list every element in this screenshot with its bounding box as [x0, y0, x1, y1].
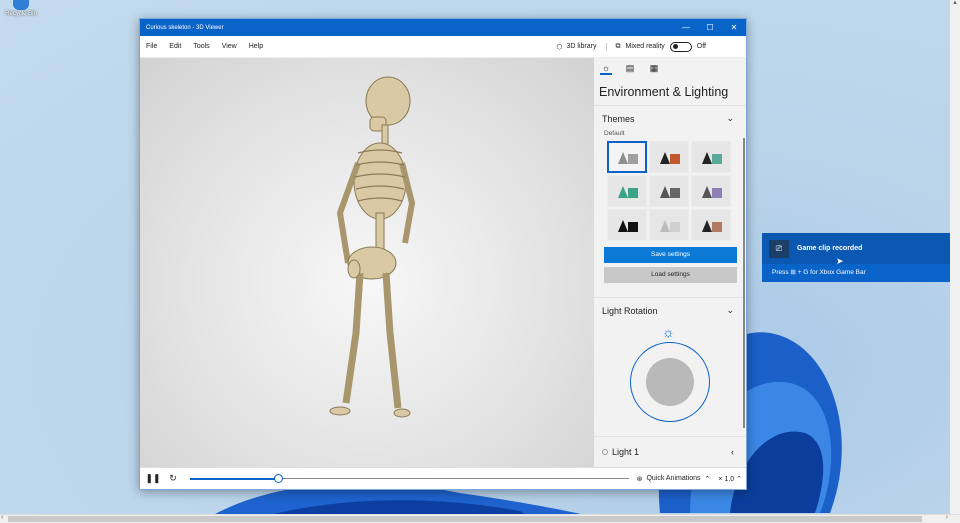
- 3d-library-button[interactable]: ⬡ 3D library: [546, 42, 608, 51]
- themes-heading: Themes: [602, 113, 635, 124]
- stats-tab-icon[interactable]: ▤: [624, 63, 636, 75]
- notification-body: Press ⊞ + G for Xbox Game Bar: [762, 264, 952, 282]
- menu-view[interactable]: View: [216, 43, 243, 50]
- animation-timeline[interactable]: [190, 473, 629, 484]
- chevron-up-icon: ⌃: [736, 475, 742, 483]
- mixed-reality-state: Off: [696, 43, 706, 50]
- minimize-button[interactable]: —: [674, 19, 698, 36]
- notification-title: Game clip recorded: [797, 245, 863, 252]
- theme-grid: [594, 137, 746, 241]
- light-1-label: Light 1: [612, 447, 640, 457]
- theme-tile[interactable]: [649, 209, 689, 241]
- panel-title: Environment & Lighting: [599, 85, 729, 99]
- light-1-row[interactable]: Light 1 ‹: [594, 436, 746, 457]
- quick-animations-button[interactable]: ⊛ Quick Animations ⌃: [637, 475, 719, 483]
- skeleton-model: [329, 76, 416, 418]
- theme-tile[interactable]: [691, 175, 731, 207]
- theme-preview-icon: [700, 184, 722, 198]
- load-settings-button[interactable]: Load settings: [604, 267, 737, 283]
- theme-preview-icon: [700, 218, 722, 232]
- cube-icon: ⬡: [556, 43, 563, 51]
- light-rotation-dial[interactable]: ☼: [594, 324, 746, 422]
- theme-preview-icon: [616, 150, 638, 164]
- panel-scrollbar[interactable]: [743, 138, 745, 428]
- theme-preview-icon: [658, 218, 680, 232]
- grid-tab-icon[interactable]: ▦: [648, 63, 660, 75]
- themes-selected-label: Default: [604, 130, 625, 137]
- viewer-window: Curious skeleton - 3D Viewer — ☐ ✕ File …: [139, 18, 747, 490]
- horizontal-scroll-thumb[interactable]: [8, 516, 922, 522]
- screen-vertical-scrollbar[interactable]: ▲: [950, 0, 960, 514]
- mixed-reality-icon: ⧉: [615, 42, 621, 50]
- playback-bar: ❚❚ ↻ ⊛ Quick Animations ⌃ × 1.0 ⌃: [140, 467, 746, 489]
- scroll-up-icon[interactable]: ▲: [950, 0, 960, 6]
- scroll-right-icon[interactable]: ›: [946, 514, 948, 521]
- timeline-thumb[interactable]: [273, 473, 283, 483]
- title-bar[interactable]: Curious skeleton - 3D Viewer — ☐ ✕: [140, 19, 746, 36]
- animation-icon: ⊛: [636, 475, 643, 483]
- theme-preview-icon: [616, 184, 638, 198]
- rotation-knob[interactable]: [646, 358, 694, 406]
- desktop-icon-label: Recycle Bin: [5, 11, 37, 17]
- game-clip-notification[interactable]: ⎚ Game clip recorded Press ⊞ + G for Xbo…: [762, 233, 952, 282]
- notification-header: ⎚ Game clip recorded: [762, 233, 952, 264]
- timeline-progress: [190, 477, 278, 480]
- theme-tile[interactable]: [691, 209, 731, 241]
- maximize-button[interactable]: ☐: [698, 19, 722, 36]
- close-button[interactable]: ✕: [722, 19, 746, 36]
- light-rotation-section: Light Rotation ⌄ ☼ Light 1 ‹: [594, 297, 746, 457]
- desktop-recycle-bin[interactable]: Recycle Bin: [4, 0, 38, 17]
- 3d-library-label: 3D library: [566, 43, 597, 50]
- chevron-up-icon: ⌃: [704, 475, 711, 483]
- recycle-bin-icon: [13, 0, 29, 10]
- lighting-tab-icon[interactable]: ☼: [600, 63, 612, 75]
- theme-tile[interactable]: [691, 141, 731, 173]
- chevron-down-icon: ⌄: [726, 305, 734, 315]
- menu-edit[interactable]: Edit: [163, 43, 187, 50]
- mixed-reality-control[interactable]: ⧉ Mixed reality Off: [607, 41, 746, 52]
- theme-preview-icon: [616, 218, 638, 232]
- menu-bar: File Edit Tools View Help ⬡ 3D library ⧉…: [140, 36, 746, 58]
- capture-icon: ⎚: [769, 239, 789, 258]
- save-settings-button[interactable]: Save settings: [604, 247, 737, 263]
- mixed-reality-label: Mixed reality: [625, 43, 665, 50]
- mixed-reality-toggle[interactable]: [669, 41, 692, 52]
- light-1-radio[interactable]: [602, 449, 608, 455]
- menu-tools[interactable]: Tools: [187, 43, 215, 50]
- theme-tile[interactable]: [649, 175, 689, 207]
- pause-icon[interactable]: ❚❚: [142, 473, 164, 484]
- menu-help[interactable]: Help: [243, 43, 269, 50]
- light-rotation-heading: Light Rotation: [602, 305, 658, 316]
- theme-preview-icon: [658, 184, 680, 198]
- mouse-cursor-icon: ➤: [836, 256, 844, 266]
- quick-animations-label: Quick Animations: [646, 475, 701, 482]
- screen-horizontal-scrollbar[interactable]: ‹ ›: [0, 514, 960, 523]
- chevron-down-icon: ⌄: [726, 113, 734, 123]
- theme-preview-icon: [658, 150, 680, 164]
- menu-file[interactable]: File: [140, 43, 163, 50]
- chevron-left-icon: ‹: [731, 447, 734, 457]
- loop-icon[interactable]: ↻: [164, 473, 182, 484]
- environment-panel: ☼ ▤ ▦ Environment & Lighting Themes ⌄ De…: [594, 58, 746, 467]
- panel-tabs: ☼ ▤ ▦: [594, 58, 746, 75]
- theme-tile[interactable]: [607, 175, 647, 207]
- theme-tile[interactable]: [607, 141, 647, 173]
- speed-label: × 1.0: [718, 475, 735, 483]
- theme-preview-icon: [700, 150, 722, 164]
- theme-tile[interactable]: [649, 141, 689, 173]
- light-rotation-header[interactable]: Light Rotation ⌄: [594, 298, 746, 322]
- scroll-left-icon[interactable]: ‹: [1, 514, 3, 521]
- themes-section: Themes ⌄ Default Save settings Load sett…: [594, 105, 746, 283]
- 3d-viewport[interactable]: [140, 58, 594, 467]
- themes-header[interactable]: Themes ⌄: [594, 106, 746, 130]
- sun-icon: ☼: [662, 324, 675, 340]
- window-title: Curious skeleton - 3D Viewer: [146, 24, 224, 31]
- speed-selector[interactable]: × 1.0 ⌃: [718, 475, 746, 483]
- theme-tile[interactable]: [607, 209, 647, 241]
